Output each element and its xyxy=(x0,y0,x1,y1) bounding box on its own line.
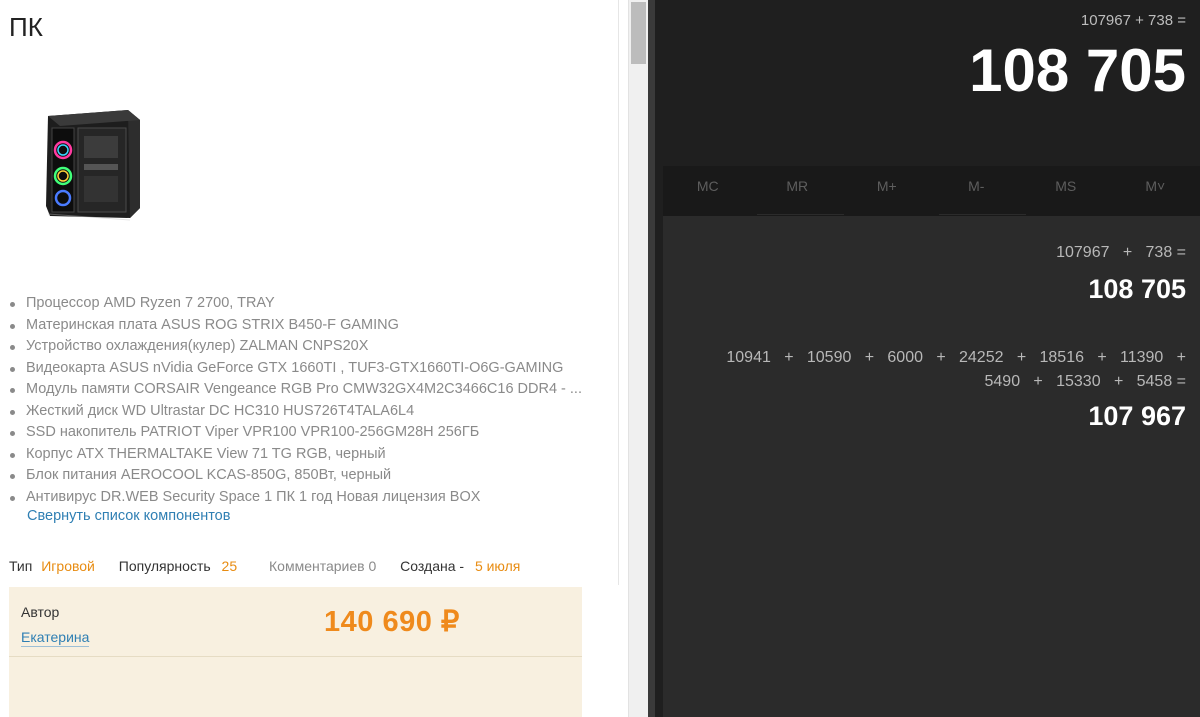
collapse-components-link[interactable]: Свернуть список компонентов xyxy=(27,508,230,524)
memory-store-button[interactable]: MS xyxy=(1021,166,1111,216)
history-panel: 107967 + 738 = 108 705 10941 + 10590 + 6… xyxy=(663,216,1200,717)
build-meta: Тип Игровой Популярность 25 Комментариев… xyxy=(9,558,520,574)
calculator-window: 107967 + 738 = 108 705 MC MR M+ M- MS M˅… xyxy=(648,0,1200,717)
current-expression: 107967 + 738 = xyxy=(1080,12,1186,29)
popularity-label: Популярность xyxy=(118,558,211,574)
history-result[interactable]: 107 967 xyxy=(1088,401,1186,432)
created-date: 5 июля xyxy=(474,558,521,574)
history-result[interactable]: 108 705 xyxy=(1088,274,1186,305)
comments-count[interactable]: Комментариев 0 xyxy=(269,558,376,574)
scrollbar-thumb[interactable] xyxy=(631,2,646,64)
memory-add-button[interactable]: M+ xyxy=(842,166,932,216)
content-border xyxy=(618,0,619,585)
memory-clear-button[interactable]: MC xyxy=(663,166,753,216)
page-scrollbar[interactable] xyxy=(628,0,648,717)
history-expression[interactable]: 5490 + 15330 + 5458 = xyxy=(985,373,1187,391)
author-label: Автор xyxy=(21,604,60,620)
author-price-panel: Автор Екатерина 140 690 ₽ xyxy=(9,587,582,717)
pc-case-image[interactable] xyxy=(40,106,148,226)
type-value[interactable]: Игровой xyxy=(41,558,95,574)
component-item[interactable]: Корпус ATX THERMALTAKE View 71 TG RGB, ч… xyxy=(9,444,582,466)
popularity-value: 25 xyxy=(221,558,238,574)
component-list: Процессор AMD Ryzen 7 2700, TRAY Материн… xyxy=(9,293,582,508)
component-item[interactable]: SSD накопитель PATRIOT Viper VPR100 VPR1… xyxy=(9,422,582,444)
type-label: Тип xyxy=(9,558,33,574)
memory-underline xyxy=(939,214,1026,215)
total-price: 140 690 ₽ xyxy=(324,606,460,638)
component-item[interactable]: Материнская плата ASUS ROG STRIX B450-F … xyxy=(9,315,582,337)
component-item[interactable]: Устройство охлаждения(кулер) ZALMAN CNPS… xyxy=(9,336,582,358)
calculator-display: 108 705 xyxy=(969,37,1186,104)
page-title: ПК xyxy=(9,12,43,42)
component-item[interactable]: Жесткий диск WD Ultrastar DC HC310 HUS72… xyxy=(9,401,582,423)
history-expression[interactable]: 107967 + 738 = xyxy=(1056,244,1186,262)
memory-buttons-row: MC MR M+ M- MS M˅ xyxy=(663,166,1200,216)
component-item[interactable]: Видеокарта ASUS nVidia GeForce GTX 1660T… xyxy=(9,358,582,380)
memory-list-button[interactable]: M˅ xyxy=(1111,166,1200,216)
author-link[interactable]: Екатерина xyxy=(21,629,90,647)
product-page: ПК Процессор AMD Ryzen 7 2700, TRAY Мате… xyxy=(0,0,628,717)
component-item[interactable]: Блок питания AEROCOOL KCAS-850G, 850Вт, … xyxy=(9,465,582,487)
history-expression[interactable]: 10941 + 10590 + 6000 + 24252 + 18516 + 1… xyxy=(726,349,1186,367)
memory-underline xyxy=(757,214,844,215)
panel-divider xyxy=(9,656,582,657)
created-label: Создана - xyxy=(400,558,465,574)
component-item[interactable]: Антивирус DR.WEB Security Space 1 ПК 1 г… xyxy=(9,487,582,509)
memory-recall-button[interactable]: MR xyxy=(753,166,843,216)
memory-subtract-button[interactable]: M- xyxy=(932,166,1022,216)
component-item[interactable]: Модуль памяти CORSAIR Vengeance RGB Pro … xyxy=(9,379,582,401)
component-item[interactable]: Процессор AMD Ryzen 7 2700, TRAY xyxy=(9,293,582,315)
